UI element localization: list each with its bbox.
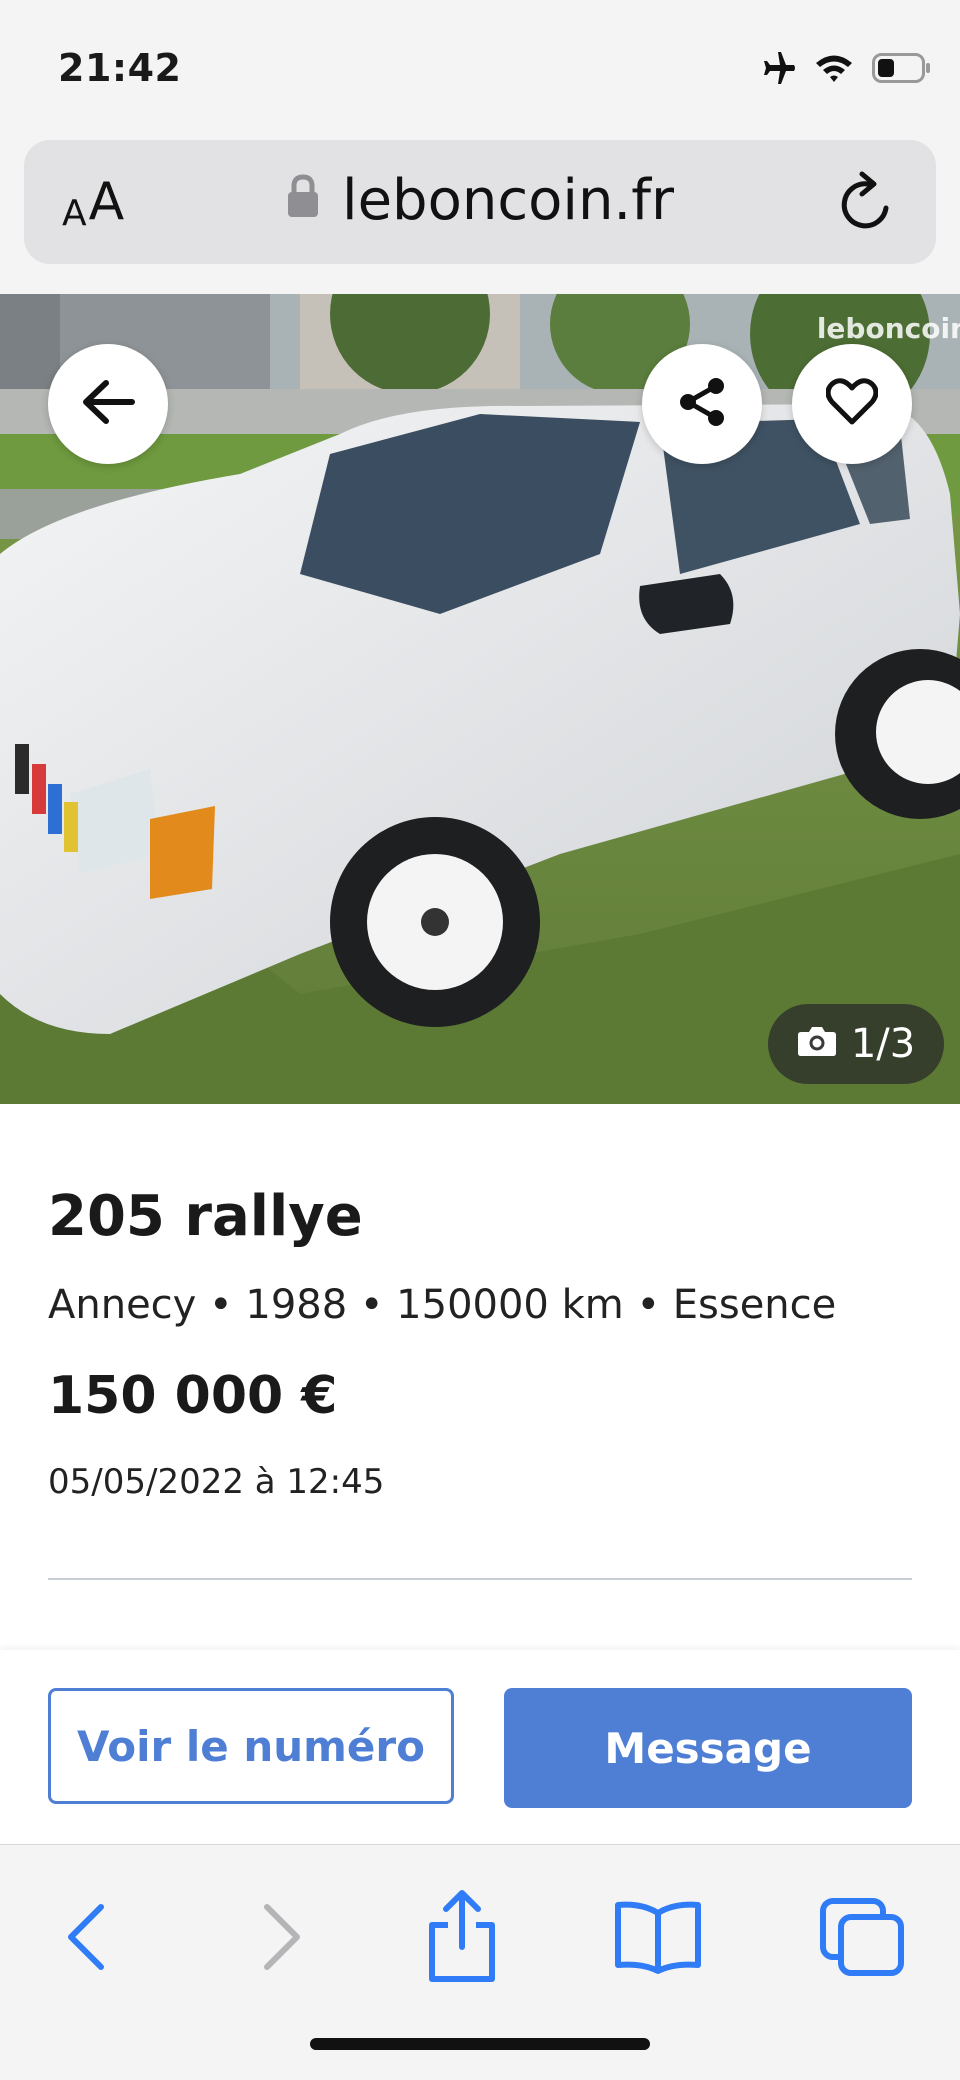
address-bar[interactable]: A A leboncoin.fr <box>24 140 936 264</box>
browser-bookmarks-button[interactable] <box>608 1889 708 1989</box>
status-bar: 21:42 <box>0 0 960 130</box>
photo-counter: 1/3 <box>768 1004 944 1084</box>
status-icons <box>756 50 932 90</box>
listing-meta: Annecy • 1988 • 150000 km • Essence <box>48 1282 837 1328</box>
listing-price: 150 000 € <box>48 1366 338 1426</box>
listing-title: 205 rallye <box>48 1184 363 1249</box>
message-button[interactable]: Message <box>504 1688 912 1808</box>
status-time: 21:42 <box>58 46 182 90</box>
listing-details: 205 rallye Annecy • 1988 • 150000 km • E… <box>0 1104 960 1650</box>
photo-counter-label: 1/3 <box>850 1021 916 1067</box>
listing-photo[interactable]: leboncoin 1/3 <box>0 294 960 1104</box>
camera-icon <box>797 1021 837 1067</box>
contact-action-bar: Voir le numéro Message <box>0 1650 960 1844</box>
battery-icon <box>872 52 932 88</box>
url-display[interactable]: leboncoin.fr <box>24 168 936 233</box>
home-indicator <box>310 2038 650 2050</box>
back-button[interactable] <box>48 344 168 464</box>
photo-watermark: leboncoin <box>816 312 960 345</box>
share-icon <box>676 376 728 432</box>
divider <box>48 1578 912 1580</box>
heart-icon <box>825 378 879 430</box>
browser-back-button[interactable] <box>36 1889 136 1989</box>
wifi-icon <box>814 52 854 88</box>
browser-share-button[interactable] <box>412 1889 512 1989</box>
reload-icon[interactable] <box>836 170 896 238</box>
arrow-left-icon <box>80 378 136 430</box>
favorite-button[interactable] <box>792 344 912 464</box>
listing-date: 05/05/2022 à 12:45 <box>48 1462 385 1502</box>
chevron-right-icon <box>257 1901 307 1977</box>
url-domain: leboncoin.fr <box>342 168 674 233</box>
tabs-icon <box>819 1897 905 1981</box>
browser-forward-button[interactable] <box>232 1889 332 1989</box>
share-button[interactable] <box>642 344 762 464</box>
show-number-button[interactable]: Voir le numéro <box>48 1688 454 1804</box>
share-upload-icon <box>424 1889 500 1989</box>
lock-icon <box>286 168 320 233</box>
book-icon <box>612 1899 704 1979</box>
browser-tabs-button[interactable] <box>812 1889 912 1989</box>
airplane-mode-icon <box>756 50 796 90</box>
chevron-left-icon <box>61 1901 111 1977</box>
